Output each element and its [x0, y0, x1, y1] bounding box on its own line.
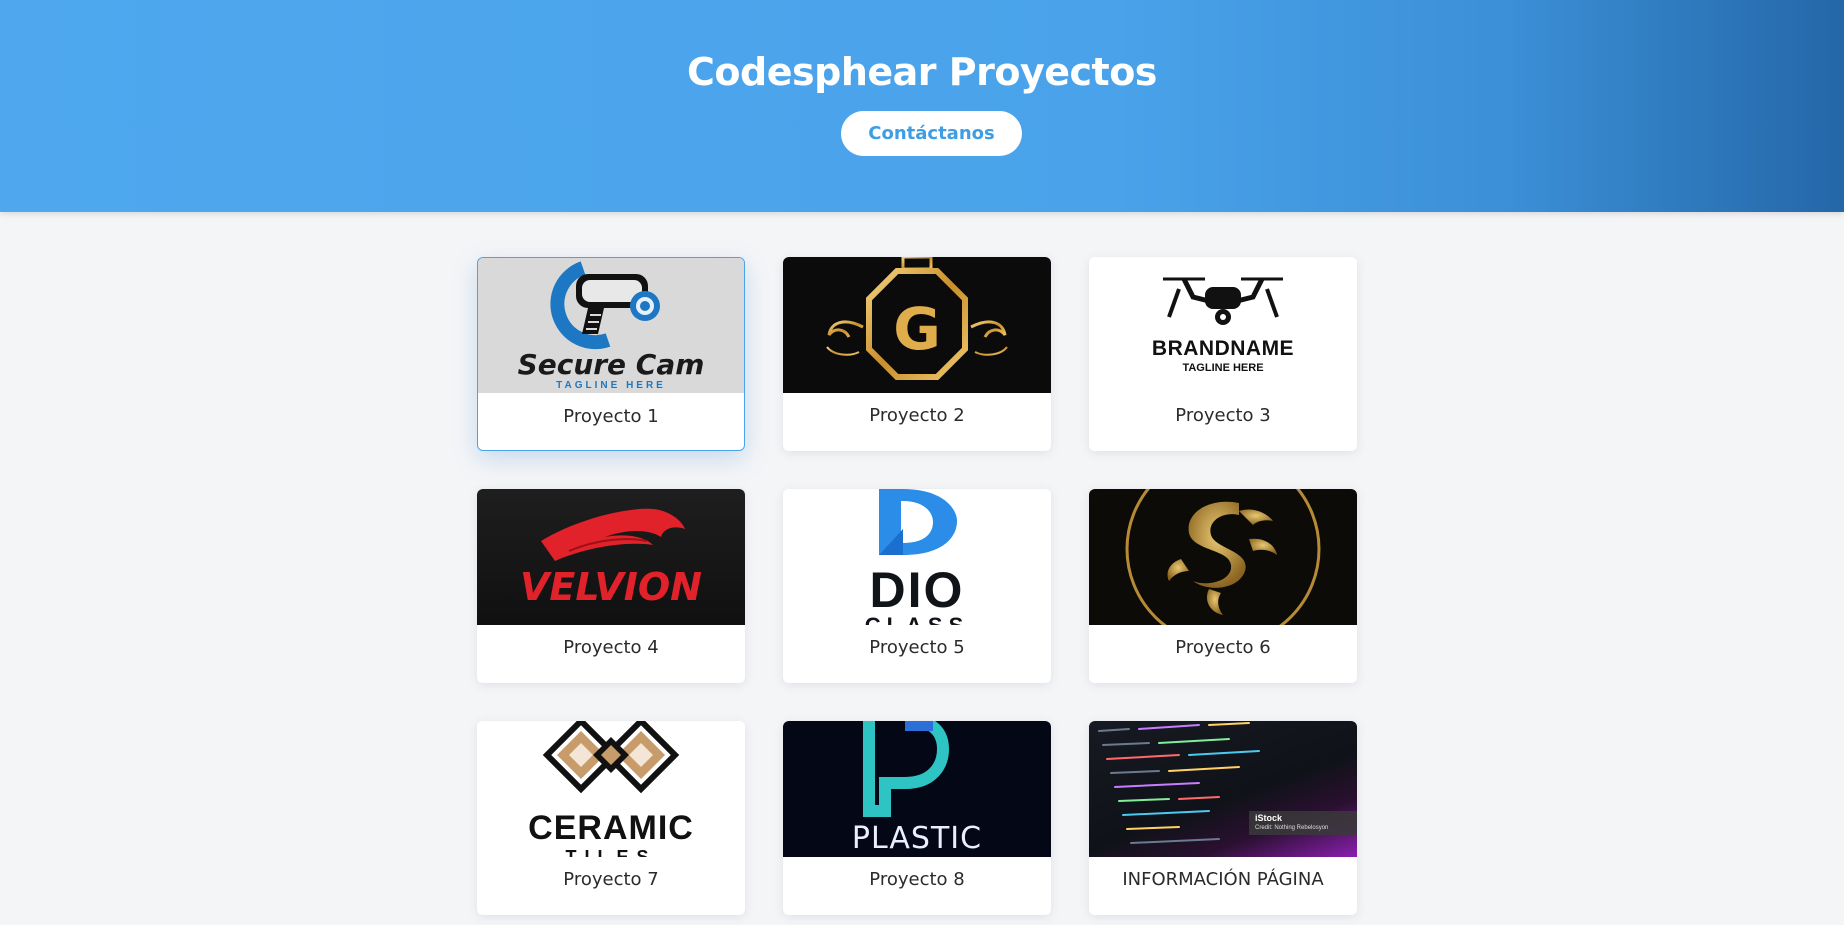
project-label: Proyecto 5	[869, 637, 965, 658]
project-thumbnail-1: Secure Cam TAGLINE HERE	[478, 258, 744, 393]
page-title: Codesphear Proyectos	[687, 50, 1157, 94]
logo-name: CERAMIC	[528, 809, 694, 847]
project-label: Proyecto 3	[1175, 405, 1271, 426]
logo-tagline: TAGLINE HERE	[1182, 362, 1264, 374]
logo-letter: G	[893, 295, 941, 363]
project-card-8[interactable]: PLASTIC Proyecto 8	[783, 721, 1051, 915]
project-card-3[interactable]: BRANDNAME TAGLINE HERE Proyecto 3	[1089, 257, 1357, 451]
project-thumbnail-7: CERAMIC TILES	[477, 721, 745, 857]
logo-name: DIO	[869, 562, 965, 618]
project-label: Proyecto 1	[563, 406, 659, 427]
logo-name: VELVION	[519, 565, 702, 609]
logo-subtitle: CLASS	[783, 613, 1051, 625]
project-card-9[interactable]: iStock Credit: Nothing Rebelosyon INFORM…	[1089, 721, 1357, 915]
project-thumbnail-5: DIO CLASS	[783, 489, 1051, 625]
project-thumbnail-9: iStock Credit: Nothing Rebelosyon	[1089, 721, 1357, 857]
dragon-emblem-icon	[1125, 489, 1321, 625]
project-thumbnail-4: VELVION	[477, 489, 745, 625]
logo-name: BRANDNAME	[1151, 337, 1295, 360]
project-card-5[interactable]: DIO CLASS Proyecto 5	[783, 489, 1051, 683]
project-label: Proyecto 8	[869, 869, 965, 890]
logo-subtitle: TILES	[565, 847, 657, 857]
logo-name: Secure Cam	[517, 348, 705, 381]
project-thumbnail-8: PLASTIC	[783, 721, 1051, 857]
project-label: INFORMACIÓN PÁGINA	[1122, 869, 1324, 890]
project-label: Proyecto 6	[1175, 637, 1271, 658]
project-card-6[interactable]: Proyecto 6	[1089, 489, 1357, 683]
project-card-4[interactable]: VELVION Proyecto 4	[477, 489, 745, 683]
project-card-7[interactable]: CERAMIC TILES Proyecto 7	[477, 721, 745, 915]
project-thumbnail-2: G	[783, 257, 1051, 393]
project-card-2[interactable]: G Proyecto 2	[783, 257, 1051, 451]
project-thumbnail-6	[1089, 489, 1357, 625]
project-thumbnail-3: BRANDNAME TAGLINE HERE	[1089, 257, 1357, 393]
project-label: Proyecto 7	[563, 869, 659, 890]
contact-button[interactable]: Contáctanos	[841, 111, 1022, 156]
stock-credit: Credit: Nothing Rebelosyon	[1255, 825, 1329, 831]
project-card-1[interactable]: Secure Cam TAGLINE HERE Proyecto 1	[477, 257, 745, 451]
logo-name: PLASTIC	[851, 821, 983, 856]
project-label: Proyecto 4	[563, 637, 659, 658]
project-label: Proyecto 2	[869, 405, 965, 426]
code-screen-icon	[1098, 722, 1357, 844]
logo-tagline: TAGLINE HERE	[556, 380, 666, 391]
page-header: Codesphear Proyectos Contáctanos	[0, 0, 1844, 212]
stock-watermark: iStock	[1255, 813, 1283, 823]
